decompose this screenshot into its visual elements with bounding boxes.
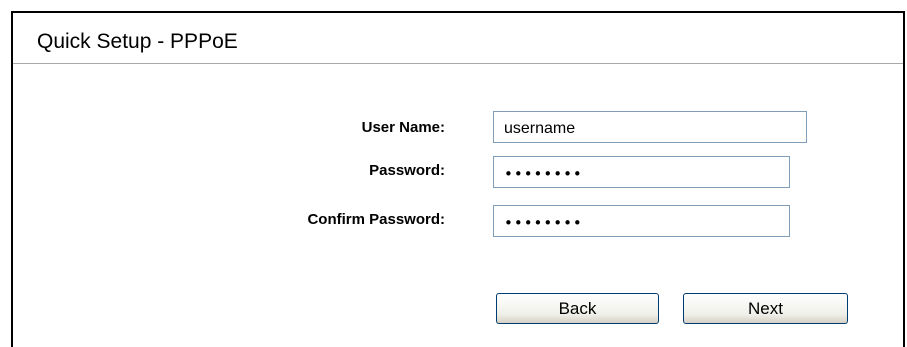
next-button[interactable]: Next [683, 293, 848, 324]
confirm-password-label: Confirm Password: [307, 211, 445, 228]
confirm-password-input[interactable] [493, 205, 790, 237]
user-name-input[interactable] [493, 111, 807, 143]
back-button[interactable]: Back [496, 293, 659, 324]
password-label: Password: [369, 162, 445, 179]
password-input[interactable] [493, 156, 790, 188]
user-name-label: User Name: [361, 119, 445, 136]
page-title: Quick Setup - PPPoE [37, 30, 238, 53]
panel-header: Quick Setup - PPPoE [13, 13, 903, 64]
quick-setup-panel: Quick Setup - PPPoE User Name: Password:… [11, 11, 905, 347]
